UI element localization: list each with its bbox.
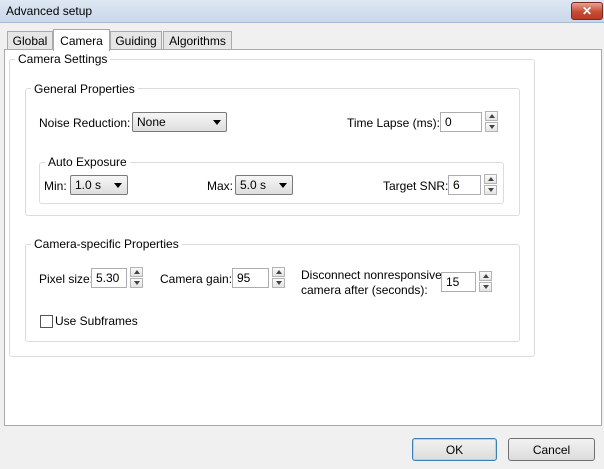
arrow-up-icon	[488, 177, 494, 181]
camera-gain-label: Camera gain:	[160, 272, 233, 286]
target-snr-value: 6	[453, 178, 460, 192]
spin-up-button[interactable]	[272, 267, 285, 277]
tab-camera[interactable]: Camera	[53, 29, 110, 51]
spin-up-button[interactable]	[485, 111, 498, 121]
camera-gain-spinner	[272, 267, 285, 289]
spin-down-button[interactable]	[484, 185, 497, 195]
general-properties-legend: General Properties	[31, 82, 138, 96]
chevron-down-icon	[279, 183, 287, 188]
arrow-up-icon	[489, 114, 495, 118]
spin-down-button[interactable]	[485, 122, 498, 132]
noise-reduction-label: Noise Reduction:	[39, 116, 131, 130]
tab-label: Algorithms	[169, 34, 226, 48]
tab-label: Global	[12, 34, 48, 48]
spin-down-button[interactable]	[130, 278, 143, 288]
spin-up-button[interactable]	[130, 267, 143, 277]
tab-algorithms[interactable]: Algorithms	[163, 31, 232, 50]
noise-reduction-value: None	[137, 115, 166, 129]
camera-settings-legend: Camera Settings	[15, 52, 111, 66]
disconnect-timeout-input[interactable]: 15	[441, 272, 476, 292]
tab-guiding[interactable]: Guiding	[110, 31, 162, 50]
spin-up-button[interactable]	[479, 271, 492, 281]
arrow-down-icon	[276, 281, 282, 285]
pixel-size-input[interactable]: 5.30	[91, 268, 127, 288]
tab-global[interactable]: Global	[7, 31, 53, 50]
use-subframes-checkbox[interactable]	[40, 315, 53, 328]
disconnect-timeout-spinner	[479, 271, 492, 293]
chevron-down-icon	[213, 120, 221, 125]
camera-gain-value: 95	[237, 271, 251, 285]
pixel-size-spinner	[130, 267, 143, 289]
chevron-down-icon	[114, 183, 122, 188]
max-exposure-value: 5.0 s	[240, 178, 267, 192]
target-snr-spinner	[484, 174, 497, 196]
min-exposure-select[interactable]: 1.0 s	[70, 175, 128, 195]
close-icon: ✕	[581, 4, 593, 18]
target-snr-label: Target SNR:	[383, 179, 449, 193]
disconnect-label-line1: Disconnect nonresponsive	[301, 268, 442, 282]
arrow-up-icon	[483, 274, 489, 278]
arrow-down-icon	[134, 281, 140, 285]
pixel-size-label: Pixel size:	[39, 272, 94, 286]
time-lapse-input[interactable]: 0	[440, 112, 482, 132]
ok-button-label: OK	[445, 442, 464, 457]
arrow-down-icon	[489, 125, 495, 129]
max-exposure-label: Max:	[207, 179, 234, 193]
pixel-size-value: 5.30	[96, 271, 120, 285]
spin-up-button[interactable]	[484, 174, 497, 184]
min-exposure-value: 1.0 s	[75, 178, 102, 192]
camera-specific-legend: Camera-specific Properties	[31, 237, 182, 251]
spin-down-button[interactable]	[479, 282, 492, 292]
disconnect-timeout-value: 15	[446, 275, 460, 289]
close-button[interactable]: ✕	[571, 2, 603, 20]
time-lapse-spinner	[485, 111, 498, 133]
auto-exposure-legend: Auto Exposure	[45, 155, 130, 169]
target-snr-input[interactable]: 6	[448, 175, 481, 195]
max-exposure-select[interactable]: 5.0 s	[235, 175, 293, 195]
disconnect-label-line2: camera after (seconds):	[301, 283, 428, 297]
tab-label: Camera	[60, 33, 103, 48]
spin-down-button[interactable]	[272, 278, 285, 288]
arrow-up-icon	[276, 270, 282, 274]
window-title: Advanced setup	[6, 4, 93, 18]
cancel-button-label: Cancel	[532, 442, 571, 457]
time-lapse-label: Time Lapse (ms):	[347, 116, 440, 130]
noise-reduction-select[interactable]: None	[132, 112, 227, 132]
arrow-down-icon	[488, 188, 494, 192]
camera-gain-input[interactable]: 95	[232, 268, 269, 288]
tab-label: Guiding	[115, 34, 157, 48]
arrow-up-icon	[134, 270, 140, 274]
title-bar: Advanced setup ✕	[0, 0, 604, 23]
arrow-down-icon	[483, 285, 489, 289]
use-subframes-label[interactable]: Use Subframes	[55, 314, 138, 328]
cancel-button[interactable]: Cancel	[508, 438, 595, 461]
ok-button[interactable]: OK	[412, 438, 497, 461]
time-lapse-value: 0	[445, 115, 452, 129]
min-exposure-label: Min:	[44, 179, 67, 193]
